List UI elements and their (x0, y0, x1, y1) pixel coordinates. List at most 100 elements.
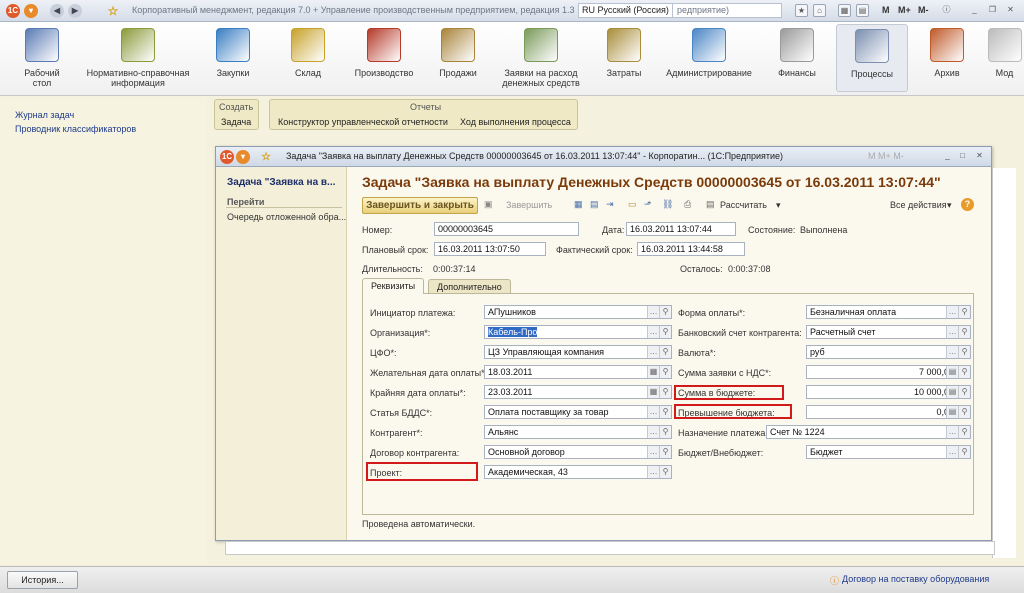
right-field-7[interactable]: Бюджет … ⚲ (806, 445, 971, 459)
calculator-icon[interactable]: ▤ (946, 406, 958, 418)
calculator-icon[interactable]: ▤ (946, 386, 958, 398)
app-logo-icon[interactable]: 1С (6, 4, 20, 18)
window-logo-icon[interactable]: 1С (220, 150, 234, 164)
right-field-1[interactable]: Расчетный счет … ⚲ (806, 325, 971, 339)
all-actions-chevron-icon[interactable]: ▾ (947, 200, 952, 211)
all-actions-dropdown[interactable]: Все действия (890, 200, 947, 210)
search-icon[interactable]: ⚲ (659, 346, 671, 358)
planned-deadline-field[interactable]: 16.03.2011 13:07:50 (434, 242, 546, 256)
actual-deadline-field[interactable]: 16.03.2011 13:44:58 (637, 242, 745, 256)
section-production[interactable]: Производство (352, 28, 416, 78)
search-icon[interactable]: ⚲ (659, 466, 671, 478)
calendar-icon[interactable]: ▦ (647, 366, 659, 378)
section-archive[interactable]: Архив (925, 28, 969, 78)
search-icon[interactable]: ⚲ (958, 326, 970, 338)
calc-icon[interactable]: ▤ (856, 4, 869, 17)
calculator-icon[interactable]: ▤ (946, 366, 958, 378)
window-menu-icon[interactable]: ▾ (236, 150, 250, 164)
calculate-dropdown[interactable]: Рассчитать (720, 200, 767, 210)
right-field-3[interactable]: 7 000,00 ▤ ⚲ (806, 365, 971, 379)
help-icon[interactable]: ? (961, 198, 974, 211)
left-field-8[interactable]: Академическая, 43 … ⚲ (484, 465, 672, 479)
number-field[interactable]: 00000003645 (434, 222, 579, 236)
save-icon[interactable]: ▣ (484, 199, 493, 210)
window-minimize-icon[interactable]: _ (941, 150, 954, 163)
section-sales[interactable]: Продажи (436, 28, 480, 78)
left-field-3[interactable]: 18.03.2011 ▦ ⚲ (484, 365, 672, 379)
nav-task-link[interactable]: Задача "Заявка на в... (227, 177, 335, 188)
forward-arrow-icon[interactable]: ▶ (68, 4, 82, 18)
nav-deferred-queue-link[interactable]: Очередь отложенной обра... (227, 212, 346, 222)
right-field-6[interactable]: Счет № 1224 … ⚲ (766, 425, 971, 439)
memory-m-plus[interactable]: M+ (898, 5, 911, 15)
window-close-icon[interactable]: ✕ (973, 150, 986, 163)
section-finance[interactable]: Финансы (775, 28, 819, 78)
report-constructor-link[interactable]: Конструктор управленческой отчетности (278, 117, 448, 127)
select-button[interactable]: … (946, 446, 958, 458)
section-reference[interactable]: Нормативно-справочная информация (82, 28, 194, 88)
background-scrollbar[interactable] (225, 541, 995, 555)
section-administration[interactable]: Администрирование (664, 28, 754, 78)
left-field-2[interactable]: ЦЗ Управляющая компания … ⚲ (484, 345, 672, 359)
section-purchases[interactable]: Закупки (208, 28, 258, 78)
minimize-icon[interactable]: _ (968, 4, 981, 17)
calendar-icon[interactable]: ▦ (647, 386, 659, 398)
select-button[interactable]: … (647, 326, 659, 338)
back-arrow-icon[interactable]: ◀ (50, 4, 64, 18)
select-button[interactable]: … (946, 346, 958, 358)
search-icon[interactable]: ⚲ (659, 446, 671, 458)
select-button[interactable]: … (647, 306, 659, 318)
select-button[interactable]: … (946, 426, 958, 438)
search-icon[interactable]: ⚲ (958, 426, 970, 438)
tab-details[interactable]: Реквизиты (362, 278, 425, 294)
history-icon[interactable]: ⌂ (813, 4, 826, 17)
search-icon[interactable]: ⚲ (659, 406, 671, 418)
right-field-0[interactable]: Безналичная оплата … ⚲ (806, 305, 971, 319)
section-desktop[interactable]: Рабочий стол (16, 28, 68, 88)
search-icon[interactable]: ⚲ (958, 406, 970, 418)
favorites-star-icon[interactable]: ☆ (106, 4, 120, 18)
tab-additional[interactable]: Дополнительно (428, 279, 511, 294)
bar-icon[interactable]: ▭ (628, 199, 637, 210)
select-button[interactable]: … (647, 426, 659, 438)
structure-icon[interactable]: ▤ (590, 199, 599, 210)
memory-m-minus[interactable]: M- (918, 5, 929, 15)
select-button[interactable]: … (647, 346, 659, 358)
left-field-1[interactable]: Кабель-Про … ⚲ (484, 325, 672, 339)
link-task-journal[interactable]: Журнал задач (15, 110, 74, 120)
left-field-7[interactable]: Основной договор … ⚲ (484, 445, 672, 459)
language-indicator[interactable]: RU Русский (Россия) (578, 3, 673, 18)
window-favorite-icon[interactable]: ☆ (259, 150, 273, 164)
search-icon[interactable]: ⚲ (958, 346, 970, 358)
finish-button[interactable]: Завершить (506, 200, 552, 210)
restore-icon[interactable]: ❐ (986, 4, 999, 17)
calculate-chevron-icon[interactable]: ▾ (776, 200, 781, 211)
close-icon[interactable]: ✕ (1004, 4, 1017, 17)
search-icon[interactable]: ⚲ (958, 366, 970, 378)
search-icon[interactable]: ⚲ (958, 306, 970, 318)
memory-m[interactable]: M (882, 5, 890, 15)
left-field-5[interactable]: Оплата поставщику за товар … ⚲ (484, 405, 672, 419)
main-menu-icon[interactable]: ▾ (24, 4, 38, 18)
print-icon[interactable]: ⎙ (684, 199, 691, 210)
finish-and-close-button[interactable]: Завершить и закрыть (362, 197, 478, 214)
section-more[interactable]: Мод (985, 28, 1024, 78)
post-icon[interactable]: ▦ (574, 199, 583, 210)
search-icon[interactable]: ⚲ (659, 386, 671, 398)
link-classifier-explorer[interactable]: Проводник классификаторов (15, 124, 136, 134)
section-costs[interactable]: Затраты (602, 28, 646, 78)
search-icon[interactable]: ⚲ (659, 306, 671, 318)
search-field[interactable]: редприятие) (672, 3, 782, 18)
search-icon[interactable]: ⚲ (659, 426, 671, 438)
left-field-0[interactable]: АПушников … ⚲ (484, 305, 672, 319)
report-progress-link[interactable]: Ход выполнения процесса (460, 117, 571, 127)
select-button[interactable]: … (946, 326, 958, 338)
select-button[interactable]: … (647, 466, 659, 478)
left-field-6[interactable]: Альянс … ⚲ (484, 425, 672, 439)
search-icon[interactable]: ⚲ (659, 366, 671, 378)
calendar-icon[interactable]: ▦ (838, 4, 851, 17)
contract-link[interactable]: Договор на поставку оборудования (842, 574, 989, 584)
search-icon[interactable]: ⚲ (958, 446, 970, 458)
search-icon[interactable]: ⚲ (659, 326, 671, 338)
info-icon[interactable]: ⓘ (940, 4, 953, 17)
